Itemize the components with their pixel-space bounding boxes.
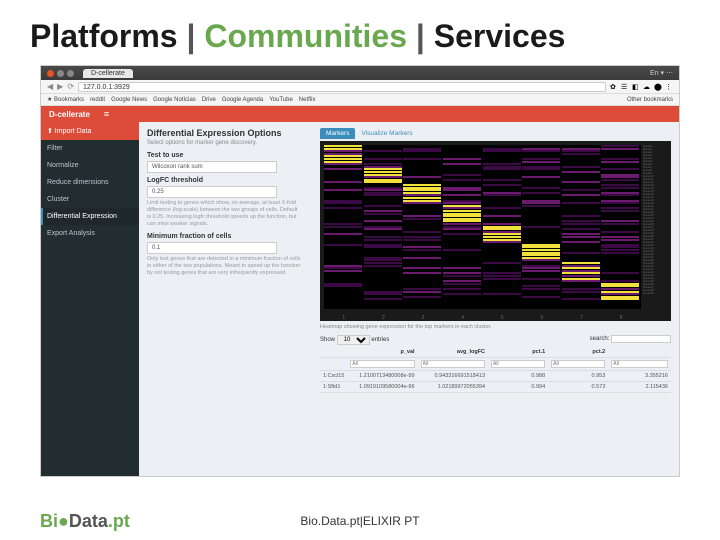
ext-icon[interactable]: ☰: [621, 83, 629, 91]
close-icon[interactable]: [47, 70, 54, 77]
search-input[interactable]: [611, 335, 671, 343]
title-platforms: Platforms: [30, 18, 178, 54]
sidebar-item-diffexp[interactable]: Differential Expression: [41, 208, 139, 225]
forward-icon[interactable]: ▶: [57, 82, 63, 91]
col-gene[interactable]: [320, 347, 347, 358]
test-select[interactable]: Wilcoxon rank sum: [147, 161, 277, 173]
biodata-logo: Bi●Data.pt: [40, 511, 130, 532]
main-content: Differential Expression Options Select o…: [139, 122, 679, 477]
datatable-controls: Show 10 entries search:: [320, 335, 671, 345]
tab-visualize[interactable]: Visualize Markers: [355, 128, 418, 139]
title-services: Services: [434, 18, 566, 54]
toolbar-icons: ✿ ☰ ◧ ☁ ⬤ ⋮: [610, 83, 673, 91]
sidebar-item-reduce[interactable]: Reduce dimensions: [41, 174, 139, 191]
logfc-input[interactable]: 0.25: [147, 186, 277, 198]
slide-title: Platforms | Communities | Services: [0, 0, 720, 63]
minfrac-input[interactable]: 0.1: [147, 242, 277, 254]
test-label: Test to use: [147, 152, 312, 159]
ext-icon[interactable]: ☁: [643, 83, 651, 91]
bookmark-item[interactable]: Google Notícias: [153, 97, 196, 103]
bookmarks-bar: ★ Bookmarks reddit Google News Google No…: [41, 94, 679, 106]
ext-icon[interactable]: ◧: [632, 83, 640, 91]
sidebar-item-normalize[interactable]: Normalize: [41, 157, 139, 174]
logfc-help: Limit testing to genes which show, on av…: [147, 200, 302, 229]
sidebar-item-export[interactable]: Export Analysis: [41, 225, 139, 242]
globe-icon: ●: [58, 511, 69, 531]
bookmark-item[interactable]: Netflix: [299, 97, 316, 103]
filter-input[interactable]: [350, 360, 414, 368]
heatmap-plot: Gene0Gene1Gene2Gene3Gene4Gene5Gene6Gene7…: [320, 141, 671, 321]
col-pct1[interactable]: pct.1: [488, 347, 548, 358]
menu-icon[interactable]: ⋮: [665, 83, 673, 91]
panel-subtitle: Select options for marker gene discovery…: [147, 140, 312, 146]
browser-tab[interactable]: D-cellerate: [83, 69, 133, 78]
bookmark-item[interactable]: Google News: [111, 97, 147, 103]
filter-input[interactable]: [611, 360, 668, 368]
panel-title: Differential Expression Options: [147, 128, 312, 138]
other-bookmarks[interactable]: Other bookmarks: [627, 97, 673, 103]
minfrac-label: Minimum fraction of cells: [147, 233, 312, 240]
sidebar-item-cluster[interactable]: Cluster: [41, 191, 139, 208]
col-logfc[interactable]: avg_logFC: [418, 347, 488, 358]
back-icon[interactable]: ◀: [47, 82, 53, 91]
bookmark-item[interactable]: reddit: [90, 97, 105, 103]
col-pct2[interactable]: pct.2: [548, 347, 608, 358]
col-pval[interactable]: p_val: [347, 347, 417, 358]
app-brand: D-cellerate: [49, 110, 90, 119]
filter-input[interactable]: [551, 360, 605, 368]
sidebar-item-import[interactable]: ⬆ Import Data: [41, 122, 139, 140]
table-row[interactable]: 1:Cxcl15 1.2100713480008e-99 0.943316691…: [320, 371, 671, 382]
heatmap-caption: Heatmap showing gene expression for the …: [320, 324, 671, 330]
bookmark-item[interactable]: Drive: [202, 97, 216, 103]
url-bar: ◀ ▶ ⟳ 127.0.0.1:3929 ✿ ☰ ◧ ☁ ⬤ ⋮: [41, 80, 679, 94]
ext-icon[interactable]: ⬤: [654, 83, 662, 91]
results-panel: Markers Visualize Markers Gene0Gene1Gene…: [320, 128, 671, 393]
tab-markers[interactable]: Markers: [320, 128, 355, 139]
options-panel: Differential Expression Options Select o…: [147, 128, 312, 393]
table-row[interactable]: 1:Sftd1 1.0919109580004e-96 1.0218997205…: [320, 382, 671, 393]
heatmap-xaxis: 1 2 3 4 5 6 7 8: [324, 315, 641, 321]
sidebar-item-filter[interactable]: Filter: [41, 140, 139, 157]
app-header: D-cellerate ≡: [41, 106, 679, 122]
window-titlebar: D-cellerate En ▾ ⋯: [41, 66, 679, 80]
filter-input[interactable]: [421, 360, 485, 368]
bookmark-item[interactable]: YouTube: [269, 97, 293, 103]
titlebar-right[interactable]: En ▾ ⋯: [650, 69, 673, 77]
slide-footer: Bi●Data.pt Bio.Data.pt|ELIXIR PT: [0, 514, 720, 528]
logfc-label: LogFC threshold: [147, 177, 312, 184]
bookmark-item[interactable]: ★ Bookmarks: [47, 96, 84, 103]
address-input[interactable]: 127.0.0.1:3929: [78, 82, 606, 92]
ext-icon[interactable]: ✿: [610, 83, 618, 91]
bookmark-item[interactable]: Google Agenda: [222, 97, 263, 103]
minimize-icon[interactable]: [57, 70, 64, 77]
minfrac-help: Only test genes that are detected in a m…: [147, 256, 302, 277]
sidebar: ⬆ Import Data Filter Normalize Reduce di…: [41, 122, 139, 477]
markers-table: p_val avg_logFC pct.1 pct.2: [320, 347, 671, 393]
hamburger-icon[interactable]: ≡: [104, 109, 109, 119]
footer-text: Bio.Data.pt|ELIXIR PT: [300, 514, 419, 528]
browser-window: D-cellerate En ▾ ⋯ ◀ ▶ ⟳ 127.0.0.1:3929 …: [40, 65, 680, 477]
maximize-icon[interactable]: [67, 70, 74, 77]
reload-icon[interactable]: ⟳: [67, 82, 74, 91]
filter-input[interactable]: [491, 360, 545, 368]
title-communities: Communities: [204, 18, 407, 54]
entries-select[interactable]: 10: [337, 335, 370, 345]
result-tabs: Markers Visualize Markers: [320, 128, 671, 139]
